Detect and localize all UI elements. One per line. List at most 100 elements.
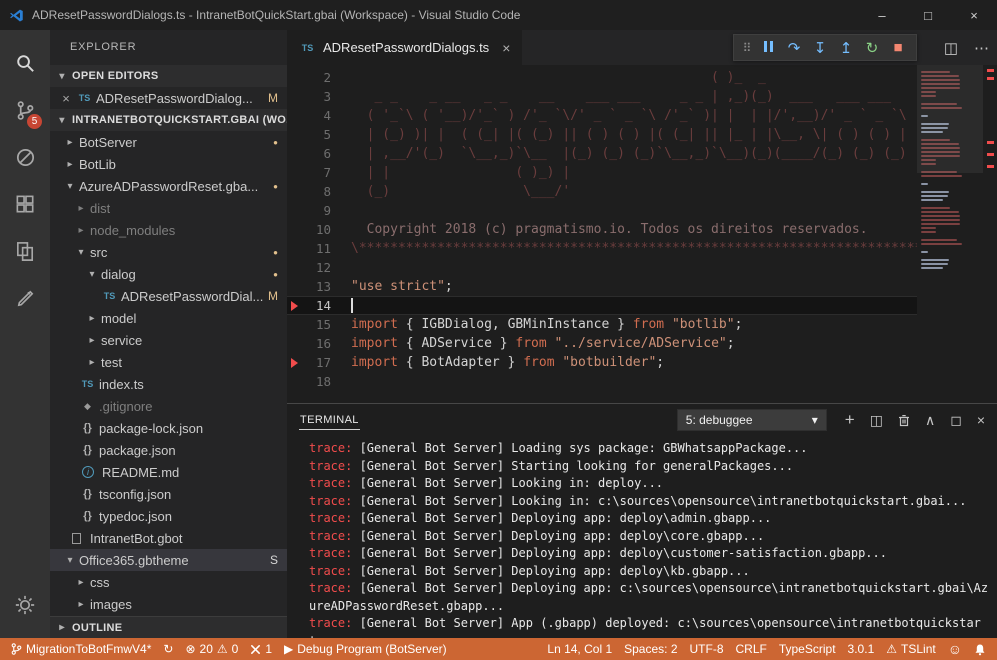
close-button[interactable]: × (951, 0, 997, 30)
tab-adresetpassworddialogs[interactable]: TS ADResetPasswordDialogs.ts × (287, 30, 522, 65)
stop-button[interactable]: ■ (885, 39, 911, 56)
kill-terminal-button[interactable] (898, 414, 910, 427)
minimap[interactable] (917, 65, 983, 403)
tree-item-readme-md[interactable]: iREADME.md (50, 461, 287, 483)
tree-item-src[interactable]: ▾src● (50, 241, 287, 263)
code-line-15[interactable]: 15import { IGBDialog, GBMinInstance } fr… (287, 315, 917, 334)
new-terminal-button[interactable]: + (845, 410, 855, 430)
tree-item-service[interactable]: ▸service (50, 329, 287, 351)
tree-item-botserver[interactable]: ▸BotServer● (50, 131, 287, 153)
code-line-2[interactable]: 2 ( )_ _ (287, 68, 917, 87)
open-editors-header[interactable]: ▾ OPEN EDITORS (50, 65, 287, 87)
tree-item-botlib[interactable]: ▸BotLib (50, 153, 287, 175)
search-icon[interactable] (1, 40, 49, 87)
tree-item-office365-gbtheme[interactable]: ▾Office365.gbthemeS (50, 549, 287, 571)
status-bar: MigrationToBotFmwV4* ↻ ⊗20 ⚠0 1 ▶ Debug … (0, 638, 997, 660)
debug-icon[interactable] (1, 134, 49, 181)
tslint-status[interactable]: ⚠ TSLint (880, 638, 941, 660)
tree-item-dialog[interactable]: ▾dialog● (50, 263, 287, 285)
outline-header[interactable]: ▸ OUTLINE (50, 616, 287, 638)
ts-version[interactable]: 3.0.1 (842, 638, 881, 660)
play-icon: ▶ (284, 642, 293, 656)
code-editor[interactable]: 2 ( )_ _3 _ _ _ __ _ _ __ ___ ___ _ _ | … (287, 65, 997, 403)
tasks-status[interactable]: 1 (244, 638, 278, 660)
code-line-3[interactable]: 3 _ _ _ __ _ _ __ ___ ___ _ _ | ,_)(_) _… (287, 87, 917, 106)
code-line-5[interactable]: 5 | (_) )| | ( (_| |( (_) || ( ) ( ) |( … (287, 125, 917, 144)
source-control-icon[interactable]: 5 (1, 87, 49, 134)
close-icon[interactable]: × (502, 40, 510, 56)
problems-status[interactable]: ⊗20 ⚠0 (179, 638, 244, 660)
eol-status[interactable]: CRLF (730, 638, 773, 660)
code-line-9[interactable]: 9 (287, 201, 917, 220)
indentation-status[interactable]: Spaces: 2 (618, 638, 683, 660)
tree-item-package-json[interactable]: {}package.json (50, 439, 287, 461)
workspace-header[interactable]: ▾ INTRANETBOTQUICKSTART.GBAI (WO... (50, 109, 287, 131)
drag-handle-icon[interactable]: ⠿ (739, 41, 755, 55)
git-branch-status[interactable]: MigrationToBotFmwV4* (5, 638, 157, 660)
minimap-slider[interactable] (917, 65, 983, 173)
open-editor-item[interactable]: ×TSADResetPasswordDialog...M (50, 87, 287, 109)
tree-item-tsconfig-json[interactable]: {}tsconfig.json (50, 483, 287, 505)
sync-status[interactable]: ↻ (157, 638, 179, 660)
tree-item-css[interactable]: ▸css (50, 571, 287, 593)
language-mode[interactable]: TypeScript (773, 638, 842, 660)
files-icon[interactable] (1, 228, 49, 275)
feedback-smiley[interactable]: ☺ (942, 638, 968, 660)
code-line-16[interactable]: 16import { ADService } from "../service/… (287, 334, 917, 353)
gear-icon[interactable] (1, 581, 49, 628)
code-line-8[interactable]: 8 (_) \___/' (287, 182, 917, 201)
encoding-status[interactable]: UTF-8 (684, 638, 730, 660)
terminal-tab[interactable]: TERMINAL (299, 411, 360, 430)
split-terminal-button[interactable]: ◫ (870, 412, 883, 429)
minimize-button[interactable]: – (859, 0, 905, 30)
modified-dot-icon: ● (273, 182, 278, 191)
code-line-18[interactable]: 18 (287, 372, 917, 391)
more-actions-button[interactable]: ⋯ (974, 39, 989, 57)
code-line-13[interactable]: 13"use strict"; (287, 277, 917, 296)
bell-icon (974, 643, 986, 656)
tree-item-typedoc-json[interactable]: {}typedoc.json (50, 505, 287, 527)
chevron-right-icon: ▸ (74, 203, 88, 214)
split-editor-button[interactable]: ◫ (944, 39, 958, 57)
tree-item-gitignore[interactable]: ◆.gitignore (50, 395, 287, 417)
editor-actions: ◫ ⋯ (944, 30, 989, 65)
tree-item-package-lock-json[interactable]: {}package-lock.json (50, 417, 287, 439)
cursor-position[interactable]: Ln 14, Col 1 (541, 638, 618, 660)
code-line-17[interactable]: 17import { BotAdapter } from "botbuilder… (287, 353, 917, 372)
restart-button[interactable]: ↻ (859, 39, 885, 57)
step-into-button[interactable]: ↧ (807, 39, 833, 57)
tree-item-test[interactable]: ▸test (50, 351, 287, 373)
notifications-bell[interactable] (968, 638, 992, 660)
extensions-icon[interactable] (1, 181, 49, 228)
terminal-selector[interactable]: 5: debuggee ▾ (677, 409, 827, 431)
panel-layout-button[interactable]: ◻ (950, 412, 962, 429)
edit-icon[interactable] (1, 275, 49, 322)
tree-item-images[interactable]: ▸images (50, 593, 287, 615)
code-line-4[interactable]: 4 ( '_`\ ( '__)/'_` ) /'_ `\/' _ ` _ `\ … (287, 106, 917, 125)
tree-item-node-modules[interactable]: ▸node_modules (50, 219, 287, 241)
terminal-line: trace: [General Bot Server] Deploying ap… (309, 528, 991, 546)
debug-status[interactable]: ▶ Debug Program (BotServer) (278, 638, 453, 660)
tree-item-adresetpassworddial[interactable]: TSADResetPasswordDial...M (50, 285, 287, 307)
maximize-button[interactable]: □ (905, 0, 951, 30)
maximize-panel-button[interactable]: ∧ (925, 412, 935, 429)
terminal-line: trace: [General Bot Server] App (.gbapp)… (309, 615, 991, 638)
tree-item-azureadpasswordreset-gba[interactable]: ▾AzureADPasswordReset.gba...● (50, 175, 287, 197)
close-icon[interactable]: × (58, 91, 74, 106)
code-line-6[interactable]: 6 | ,__/'(_) `\__,_)`\__ |(_) (_) (_)`\_… (287, 144, 917, 163)
code-line-7[interactable]: 7 | | ( )_) | (287, 163, 917, 182)
tree-item-intranetbot-gbot[interactable]: IntranetBot.gbot (50, 527, 287, 549)
code-line-10[interactable]: 10 Copyright 2018 (c) pragmatismo.io. To… (287, 220, 917, 239)
step-out-button[interactable]: ↥ (833, 39, 859, 57)
terminal-output[interactable]: trace: [General Bot Server] Loading sys … (287, 436, 997, 638)
close-panel-button[interactable]: × (977, 412, 985, 428)
tree-item-index-ts[interactable]: TSindex.ts (50, 373, 287, 395)
code-line-12[interactable]: 12 (287, 258, 917, 277)
tree-item-model[interactable]: ▸model (50, 307, 287, 329)
code-line-14[interactable]: 14 (287, 296, 917, 315)
panel-actions: + ◫ ∧ ◻ × (845, 410, 985, 430)
tree-item-dist[interactable]: ▸dist (50, 197, 287, 219)
step-over-button[interactable]: ↷ (781, 39, 807, 57)
pause-button[interactable] (755, 39, 781, 56)
code-line-11[interactable]: 11\*************************************… (287, 239, 917, 258)
